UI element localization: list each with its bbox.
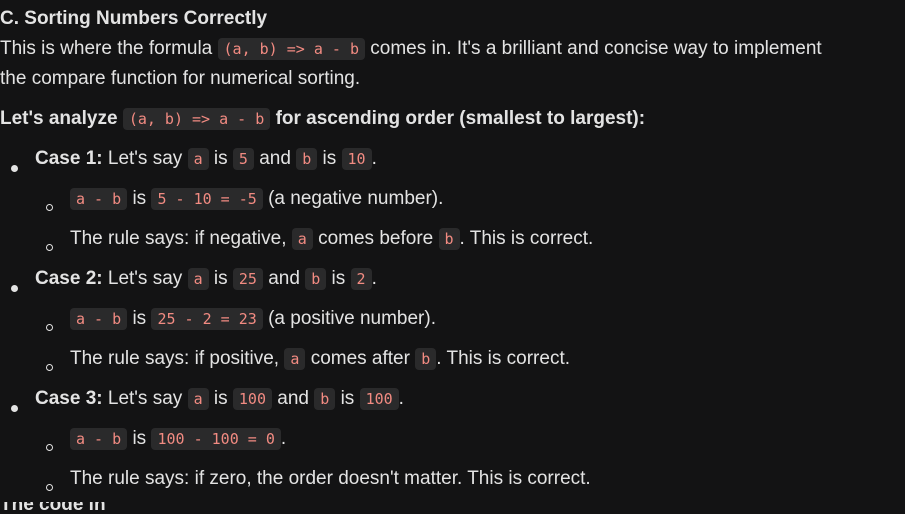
code-result: 5 - 10 = -5: [151, 188, 263, 210]
sub-text: The rule says: if positive,: [70, 348, 280, 369]
sub-text: comes after: [310, 348, 410, 369]
case-2-sub-2: The rule says: if positive, a comes afte…: [70, 348, 570, 370]
case-1-line: Case 1: Let's say a is 5 and b is 10.: [35, 148, 377, 170]
case-3-sub-1: a - b is 100 - 100 = 0.: [70, 428, 286, 450]
case-text: .: [371, 268, 377, 289]
code-b: b: [415, 348, 437, 370]
sub-text: is: [132, 428, 147, 449]
case-label: Case 2:: [35, 268, 103, 289]
case-text: and: [268, 268, 300, 289]
case-text: .: [398, 388, 404, 409]
case-text: is: [331, 268, 346, 289]
intro-text-2: comes in. It's a brilliant and concise w…: [370, 38, 822, 59]
sub-text: . This is correct.: [459, 228, 594, 249]
sub-text: .: [280, 428, 287, 449]
code-b-value: 2: [350, 268, 372, 290]
code-expression: a - b: [70, 308, 128, 330]
sub-bullet-icon: [46, 355, 53, 377]
bullet-icon: [11, 396, 18, 418]
sub-text: The rule says: if zero, the order doesn'…: [70, 468, 591, 489]
code-result: 25 - 2 = 23: [151, 308, 263, 330]
case-text: is: [322, 148, 337, 169]
case-text: Let's say: [107, 148, 183, 169]
case-text: is: [213, 268, 228, 289]
code-a: a: [291, 228, 313, 250]
case-text: Let's say: [107, 388, 183, 409]
analyze-code: (a, b) => a - b: [122, 108, 271, 130]
code-expression: a - b: [70, 428, 128, 450]
code-a-value: 25: [232, 268, 263, 290]
case-text: is: [213, 148, 228, 169]
case-label: Case 3:: [35, 388, 103, 409]
case-3-sub-2: The rule says: if zero, the order doesn'…: [70, 468, 591, 490]
sub-text: is: [132, 308, 147, 329]
case-text: .: [371, 148, 377, 169]
sub-bullet-icon: [46, 195, 53, 217]
sub-bullet-icon: [46, 315, 53, 337]
case-3-line: Case 3: Let's say a is 100 and b is 100.: [35, 388, 404, 410]
sub-text: comes before: [318, 228, 434, 249]
sub-text: (a positive number).: [268, 308, 436, 329]
bullet-icon: [11, 156, 18, 178]
code-a: a: [187, 148, 209, 170]
case-2-line: Case 2: Let's say a is 25 and b is 2.: [35, 268, 377, 290]
bullet-icon: [11, 276, 18, 298]
code-a-value: 100: [232, 388, 272, 410]
sub-text: is: [132, 188, 147, 209]
analyze-line: Let's analyze (a, b) => a - b for ascend…: [0, 108, 645, 130]
sub-bullet-icon: [46, 235, 53, 257]
case-text: and: [277, 388, 309, 409]
sub-bullet-icon: [46, 475, 53, 497]
cutoff-heading: The code in action: [0, 502, 160, 514]
case-2-sub-1: a - b is 25 - 2 = 23 (a positive number)…: [70, 308, 436, 330]
intro-code: (a, b) => a - b: [217, 38, 365, 60]
code-b: b: [296, 148, 318, 170]
sub-text: . This is correct.: [436, 348, 570, 369]
code-a: a: [284, 348, 306, 370]
intro-text-1: This is where the formula: [0, 38, 213, 59]
code-b: b: [438, 228, 460, 250]
case-text: and: [259, 148, 291, 169]
code-a: a: [187, 388, 209, 410]
analyze-text-1: Let's analyze: [0, 108, 118, 129]
case-1-sub-2: The rule says: if negative, a comes befo…: [70, 228, 593, 250]
code-b-value: 10: [341, 148, 372, 170]
case-text: is: [340, 388, 355, 409]
intro-line-1: This is where the formula (a, b) => a - …: [0, 38, 822, 60]
case-text: Let's say: [107, 268, 183, 289]
code-b: b: [314, 388, 336, 410]
code-result: 100 - 100 = 0: [151, 428, 281, 450]
code-b-value: 100: [359, 388, 399, 410]
code-a-value: 5: [232, 148, 254, 170]
case-1-sub-1: a - b is 5 - 10 = -5 (a negative number)…: [70, 188, 443, 210]
code-a: a: [187, 268, 209, 290]
code-b: b: [305, 268, 327, 290]
sub-bullet-icon: [46, 435, 53, 457]
intro-line-2: the compare function for numerical sorti…: [0, 68, 361, 89]
cutoff-text: The code in action: [0, 502, 106, 514]
sub-text: (a negative number).: [268, 188, 444, 209]
case-text: is: [213, 388, 228, 409]
code-expression: a - b: [70, 188, 128, 210]
case-label: Case 1:: [35, 148, 103, 169]
section-heading: C. Sorting Numbers Correctly: [0, 8, 268, 29]
analyze-text-2: for ascending order (smallest to largest…: [275, 108, 646, 129]
sub-text: The rule says: if negative,: [70, 228, 287, 249]
